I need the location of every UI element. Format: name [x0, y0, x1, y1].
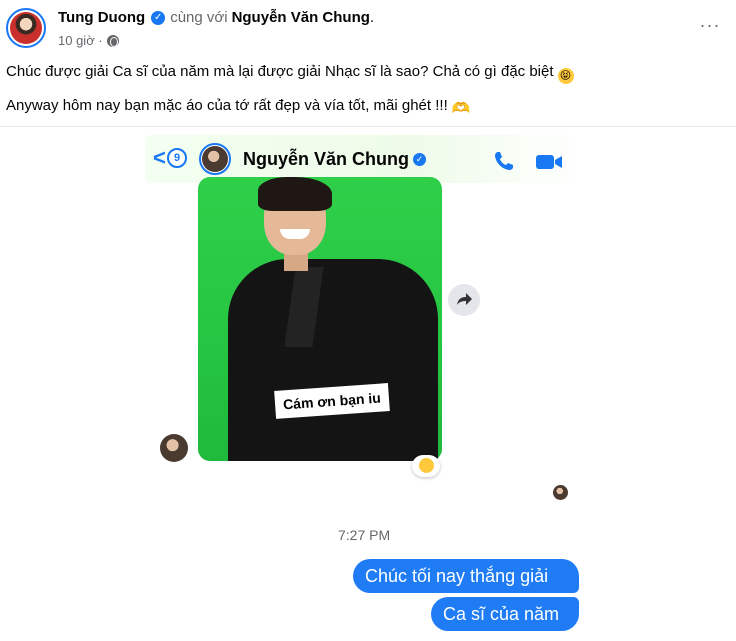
person-suit: [228, 259, 438, 461]
post-header: Tung Duong ✓ cùng với Nguyễn Văn Chung .…: [0, 0, 736, 56]
back-chevron-icon[interactable]: <: [153, 147, 166, 169]
author-name[interactable]: Tung Duong: [58, 9, 145, 26]
post-image[interactable]: < 9 Nguyễn Văn Chung ✓ Cám ơn bạn iu 7:2…: [0, 127, 736, 641]
message-bubble[interactable]: Chúc tối nay thắng giải: [353, 559, 579, 593]
verified-badge-icon: ✓: [413, 153, 426, 166]
caption-line: Chúc được giải Ca sĩ của năm mà lại được…: [6, 62, 726, 84]
author-avatar[interactable]: [6, 8, 46, 48]
message-bubble[interactable]: Ca sĩ của năm: [431, 597, 579, 631]
video-camera-icon[interactable]: [535, 153, 563, 171]
caption-text-1: Chúc được giải Ca sĩ của năm mà lại được…: [6, 63, 554, 80]
with-text: cùng với: [170, 9, 228, 26]
laughing-emoji-icon: [418, 458, 434, 473]
chat-header: < 9 Nguyễn Văn Chung ✓: [145, 135, 585, 183]
person-hair: [258, 177, 332, 211]
reaction-badge[interactable]: [412, 455, 440, 477]
contact-avatar[interactable]: [199, 143, 231, 175]
tongue-emoji-icon: 😝: [557, 68, 574, 84]
sender-avatar[interactable]: [160, 434, 188, 462]
caption-line: Anyway hôm nay bạn mặc áo của tớ rất đẹp…: [6, 96, 726, 117]
verified-badge-icon: ✓: [151, 10, 166, 25]
message-time: 7:27 PM: [338, 527, 391, 543]
caption-text-2: Anyway hôm nay bạn mặc áo của tớ rất đẹp…: [6, 97, 448, 114]
post-timestamp[interactable]: 10 giờ ·: [58, 33, 103, 48]
phone-icon[interactable]: [493, 151, 515, 171]
period: .: [369, 9, 375, 26]
post-header-line: Tung Duong ✓ cùng với Nguyễn Văn Chung .: [58, 9, 374, 26]
more-options-button[interactable]: ···: [696, 16, 724, 38]
heart-hands-emoji-icon: 🫶: [451, 100, 471, 117]
shared-photo[interactable]: Cám ơn bạn iu: [198, 177, 442, 461]
unread-count-badge: 9: [167, 148, 187, 168]
forward-arrow-icon[interactable]: [448, 284, 480, 316]
tagged-name[interactable]: Nguyễn Văn Chung: [232, 9, 370, 26]
contact-name[interactable]: Nguyễn Văn Chung: [243, 149, 409, 170]
post-meta: 10 giờ ·: [58, 33, 119, 48]
seen-indicator-avatar: [553, 485, 568, 500]
globe-icon[interactable]: [106, 34, 119, 47]
post-caption: Chúc được giải Ca sĩ của năm mà lại được…: [6, 62, 726, 129]
